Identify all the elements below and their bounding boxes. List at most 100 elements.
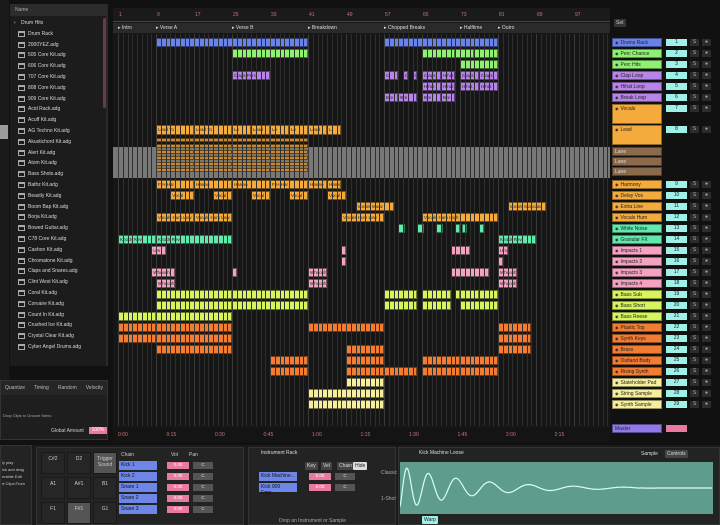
track-header-lead[interactable]: ◉ Lead: [612, 125, 662, 145]
solo-button[interactable]: S: [690, 105, 699, 112]
tab-controls[interactable]: Controls: [665, 450, 688, 458]
track-header-string-sample[interactable]: ◉ String Sample: [612, 389, 662, 398]
rack-chain[interactable]: Kick Machine...: [259, 472, 297, 481]
arm-button[interactable]: ●: [702, 50, 711, 57]
arm-button[interactable]: ●: [702, 401, 711, 408]
clip[interactable]: [436, 224, 444, 233]
solo-button[interactable]: S: [690, 94, 699, 101]
mode-one-shot[interactable]: 1-Shot: [381, 496, 396, 502]
solo-button[interactable]: S: [690, 39, 699, 46]
track-activator[interactable]: 4: [666, 72, 687, 79]
arm-button[interactable]: ●: [702, 214, 711, 221]
fold-icon[interactable]: ◉: [615, 127, 619, 132]
solo-button[interactable]: S: [690, 247, 699, 254]
drum-chain[interactable]: Kick 1: [119, 461, 157, 470]
clip[interactable]: Hihat: [441, 82, 456, 91]
clip[interactable]: Harmo: [327, 180, 342, 189]
solo-button[interactable]: S: [690, 390, 699, 397]
arm-button[interactable]: ●: [702, 94, 711, 101]
arm-button[interactable]: ●: [702, 225, 711, 232]
clip[interactable]: Vocals Hum Low: [341, 213, 384, 222]
track-activator[interactable]: 13: [666, 225, 687, 232]
browser-toggle[interactable]: [0, 125, 8, 139]
track-header-white-noise[interactable]: ◉ White Noise: [612, 224, 662, 233]
browser-item[interactable]: Bathz Kit.adg: [18, 180, 58, 190]
browser-item[interactable]: Clint West Kit.adg: [18, 277, 68, 287]
fold-icon[interactable]: ◉: [615, 347, 619, 352]
arm-button[interactable]: ●: [702, 203, 711, 210]
locator-intro[interactable]: ▸ Intro: [118, 25, 132, 31]
fold-icon[interactable]: ◉: [615, 215, 619, 220]
solo-button[interactable]: S: [690, 280, 699, 287]
fold-icon[interactable]: ◉: [615, 270, 619, 275]
fold-icon[interactable]: ◉: [615, 292, 619, 297]
track-header-perc-chance[interactable]: ◉ Perc Chance: [612, 49, 662, 58]
track-activator[interactable]: 5: [666, 83, 687, 90]
groove-column-random[interactable]: Random: [58, 385, 77, 391]
chain-volume[interactable]: 0.00: [167, 473, 189, 480]
solo-button[interactable]: S: [690, 192, 699, 199]
arm-button[interactable]: ●: [702, 313, 711, 320]
fold-icon[interactable]: ◉: [615, 237, 619, 242]
browser-item[interactable]: 505 Core Kit.adg: [18, 50, 66, 60]
arm-button[interactable]: ●: [702, 258, 711, 265]
arm-button[interactable]: ●: [702, 126, 711, 133]
browser-item[interactable]: 2000YEZ.adg: [18, 40, 59, 50]
arm-button[interactable]: ●: [702, 83, 711, 90]
browser-folder[interactable]: › Drum Hits: [14, 18, 43, 28]
browser-item[interactable]: Crushed Ice Kit.adg: [18, 320, 72, 330]
locator-verse-b[interactable]: ▸ Verse B: [232, 25, 253, 31]
solo-button[interactable]: S: [690, 346, 699, 353]
browser-item[interactable]: Corvaire Kit.adg: [18, 299, 64, 309]
track-header-outland-body[interactable]: ◉ Outland Body: [612, 356, 662, 365]
rack-tab-hide[interactable]: Hide: [353, 462, 368, 470]
clip[interactable]: [474, 49, 498, 58]
arm-button[interactable]: ●: [702, 324, 711, 331]
fold-icon[interactable]: ◉: [615, 248, 619, 253]
locator-outro[interactable]: ▸ Outro: [498, 25, 514, 31]
browser-item[interactable]: Cashon Kit.adg: [18, 245, 62, 255]
arm-button[interactable]: ●: [702, 390, 711, 397]
track-activator[interactable]: 17: [666, 269, 687, 276]
track-header-stateholder-pad[interactable]: ◉ Stateholder Pad: [612, 378, 662, 387]
browser-item[interactable]: 707 Core Kit.adg: [18, 72, 66, 82]
groove-column-timing[interactable]: Timing: [34, 385, 49, 391]
arm-button[interactable]: ●: [702, 335, 711, 342]
arm-button[interactable]: ●: [702, 269, 711, 276]
solo-button[interactable]: S: [690, 203, 699, 210]
drum-pad[interactable]: Trigger Sound: [93, 452, 117, 474]
arm-button[interactable]: ●: [702, 192, 711, 199]
solo-button[interactable]: S: [690, 379, 699, 386]
fold-icon[interactable]: ◉: [615, 380, 619, 385]
fold-icon[interactable]: ◉: [615, 314, 619, 319]
fold-icon[interactable]: ◉: [615, 325, 619, 330]
take-lane[interactable]: Lane: [612, 167, 662, 176]
fold-icon[interactable]: ◉: [615, 84, 619, 89]
rack-chain-pan[interactable]: C: [335, 473, 355, 480]
locator-halftime[interactable]: ▸ Halftime: [460, 25, 482, 31]
solo-button[interactable]: S: [690, 225, 699, 232]
browser-item[interactable]: Acuff Kit.adg: [18, 115, 56, 125]
take-lane[interactable]: Lane: [612, 157, 662, 166]
solo-button[interactable]: S: [690, 313, 699, 320]
arm-button[interactable]: ●: [702, 181, 711, 188]
drum-pad[interactable]: C#2: [41, 452, 65, 474]
solo-button[interactable]: S: [690, 357, 699, 364]
arm-button[interactable]: ●: [702, 72, 711, 79]
track-header-bass-sub[interactable]: ◉ Bass Sub: [612, 290, 662, 299]
track-header-extra-line[interactable]: ◉ Extra Line: [612, 202, 662, 211]
browser-item[interactable]: Claps and Snares.adg: [18, 266, 77, 276]
browser-item[interactable]: Acid Rack.adg: [18, 104, 60, 114]
arm-button[interactable]: ●: [702, 379, 711, 386]
solo-button[interactable]: S: [690, 214, 699, 221]
track-header-synth-keys[interactable]: ◉ Synth Keys: [612, 334, 662, 343]
fold-icon[interactable]: ◉: [615, 281, 619, 286]
track-activator[interactable]: 3: [666, 61, 687, 68]
browser-item[interactable]: Beastly Kit.adg: [18, 191, 61, 201]
track-header-hihat-loop[interactable]: ◉ Hihat Loop: [612, 82, 662, 91]
clip[interactable]: Bre: [384, 93, 399, 102]
fold-icon[interactable]: ◉: [615, 259, 619, 264]
locator-lane[interactable]: [113, 23, 610, 33]
take-lane[interactable]: Lane: [612, 147, 662, 156]
browser-item[interactable]: Borja Kit.adg: [18, 212, 57, 222]
